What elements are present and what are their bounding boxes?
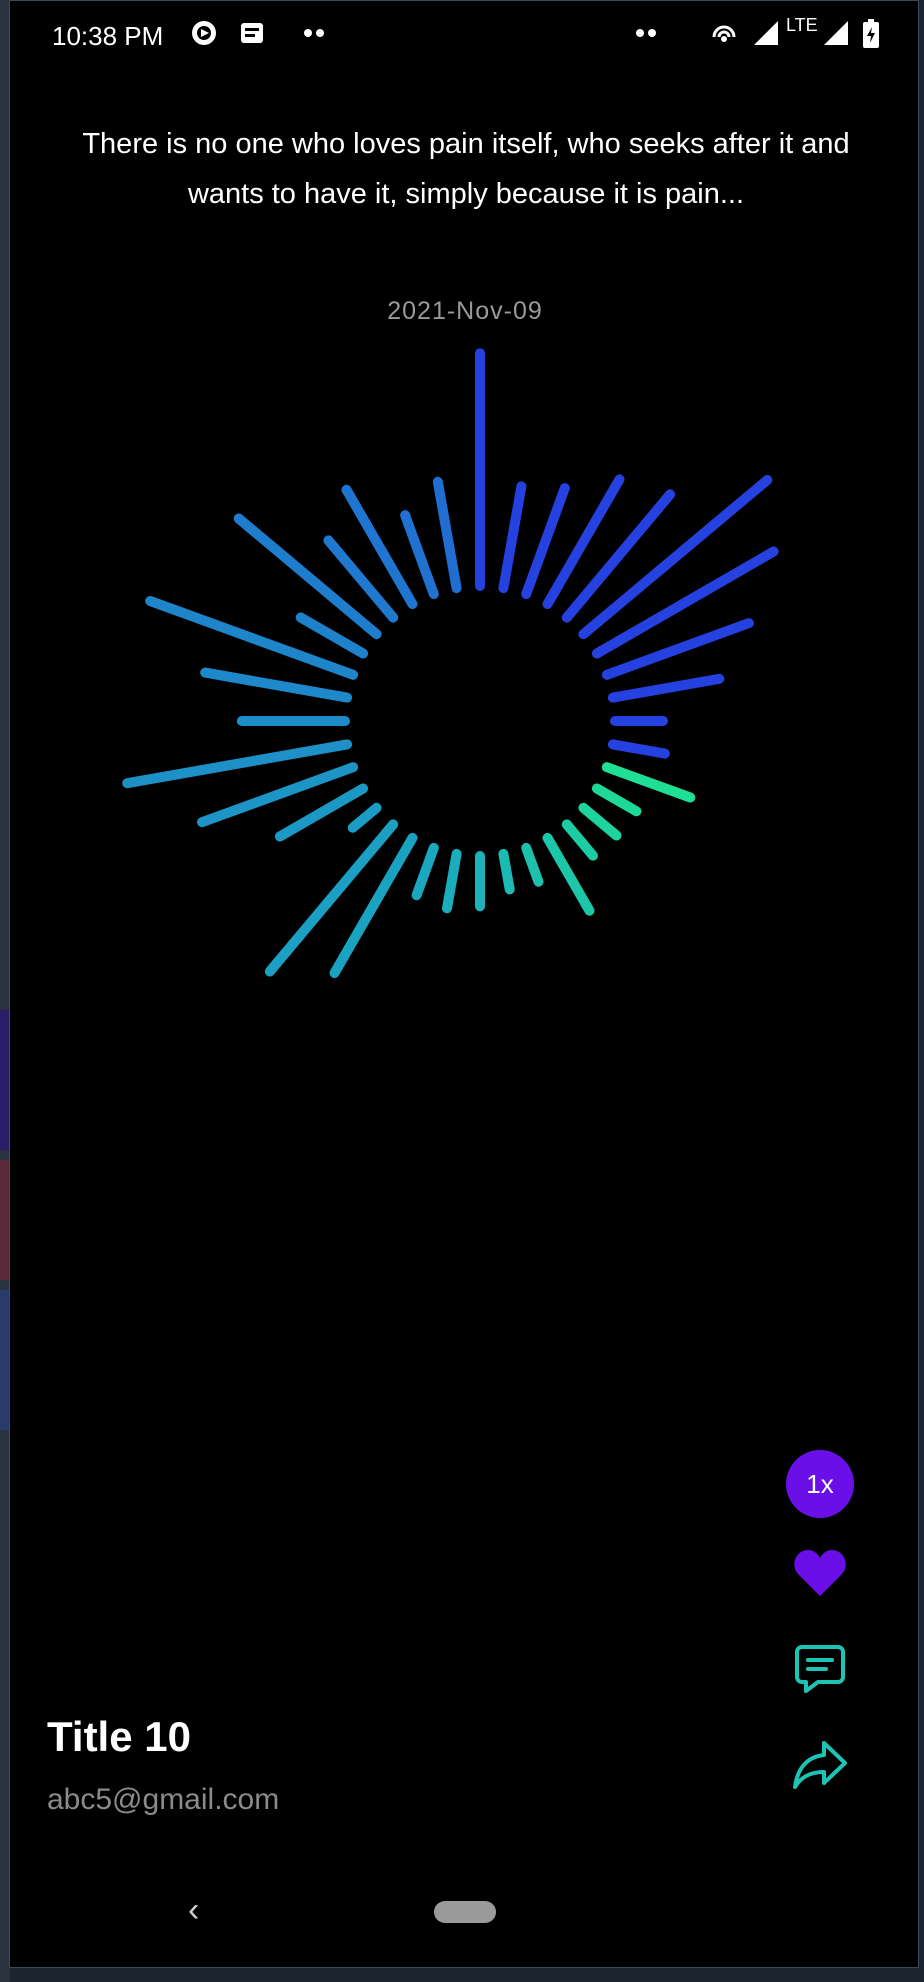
- visualizer-bar: [200, 667, 353, 703]
- visualizer-bar: [411, 842, 439, 901]
- visualizer-bar: [329, 832, 418, 978]
- visualizer-bar: [561, 819, 598, 861]
- heart-icon: [792, 1548, 848, 1603]
- phone-screen: 10:38 PM LTE There is no one who loves p…: [9, 0, 919, 1968]
- visualizer-bar: [607, 739, 670, 759]
- comment-button[interactable]: [786, 1637, 854, 1705]
- comment-icon: [794, 1643, 846, 1700]
- visualizer-bar: [442, 848, 462, 914]
- visualizer-bar: [601, 762, 696, 803]
- like-button[interactable]: [786, 1541, 854, 1609]
- visualizer-bar: [145, 596, 359, 680]
- audio-visualizer: [122, 348, 779, 978]
- visualizer-bar: [607, 673, 725, 703]
- author-email: abc5@gmail.com: [47, 1783, 280, 1816]
- share-icon: [792, 1739, 848, 1796]
- nav-home-pill[interactable]: [434, 1901, 496, 1923]
- visualizer-bar: [521, 842, 544, 887]
- share-button[interactable]: [786, 1733, 854, 1801]
- visualizer-bar: [295, 612, 369, 659]
- visualizer-bar: [197, 762, 359, 828]
- visualizer-bar: [498, 848, 515, 895]
- visualizer-bar: [341, 484, 418, 610]
- post-title: Title 10: [47, 1713, 191, 1760]
- visualizer-bar: [400, 510, 439, 600]
- visualizer-bar: [498, 481, 527, 594]
- visualizer-bar: [591, 783, 642, 817]
- visualizer-bar: [347, 802, 382, 833]
- nav-back-icon[interactable]: ‹: [188, 1891, 199, 1930]
- playback-speed-button[interactable]: 1x: [786, 1450, 854, 1518]
- visualizer-bar: [432, 476, 462, 594]
- visualizer-bar: [578, 802, 622, 841]
